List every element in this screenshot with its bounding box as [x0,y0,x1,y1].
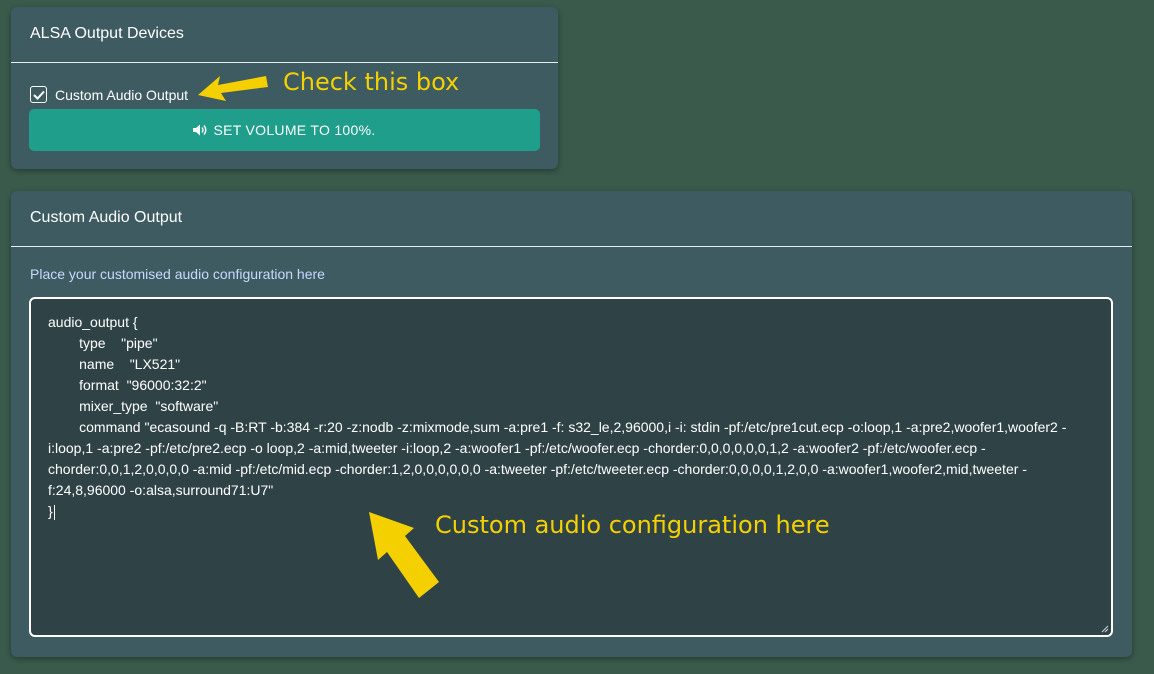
custom-audio-output-checkbox-row[interactable]: Custom Audio Output [30,86,188,103]
helper-text: Place your customised audio configuratio… [30,266,325,282]
config-callout: Custom audio configuration here [435,511,830,539]
set-volume-button[interactable]: SET VOLUME TO 100%. [29,109,540,151]
custom-card-title: Custom Audio Output [11,191,1132,247]
custom-audio-output-checkbox[interactable] [30,86,47,103]
closing-brace: } [48,503,53,519]
text-caret [53,504,55,520]
custom-audio-output-card: Custom Audio Output Place your customise… [11,191,1132,657]
callout-arrow-left-icon [198,76,268,101]
check-this-box-callout: Check this box [283,68,460,96]
config-line: command "ecasound -q -B:RT -b:384 -r:20 … [48,419,1067,435]
set-volume-label: SET VOLUME TO 100%. [213,122,376,138]
callout-arrow-up-icon [369,512,439,598]
config-line: mixer_type "software" [48,398,219,414]
config-line: f:24,8,96000 -o:alsa,surround71:U7" [48,482,274,498]
config-line: format "96000:32:2" [48,377,207,393]
config-line: audio_output { [48,314,138,330]
checkmark-icon [32,90,45,100]
config-line: i:loop,1 -a:pre2 -pf:/etc/pre2.ecp -o lo… [48,440,986,456]
config-line: name "LX521" [48,356,181,372]
audio-config-textarea[interactable]: audio_output { type "pipe" name "LX521" … [29,297,1113,637]
volume-up-icon [193,124,207,136]
alsa-card-title: ALSA Output Devices [11,7,558,63]
config-line: type "pipe" [48,335,158,351]
resize-grip-icon[interactable] [1101,625,1109,633]
custom-audio-output-label[interactable]: Custom Audio Output [55,87,188,103]
config-line: chorder:0,0,1,2,0,0,0,0 -a:mid -pf:/etc/… [48,461,1027,477]
